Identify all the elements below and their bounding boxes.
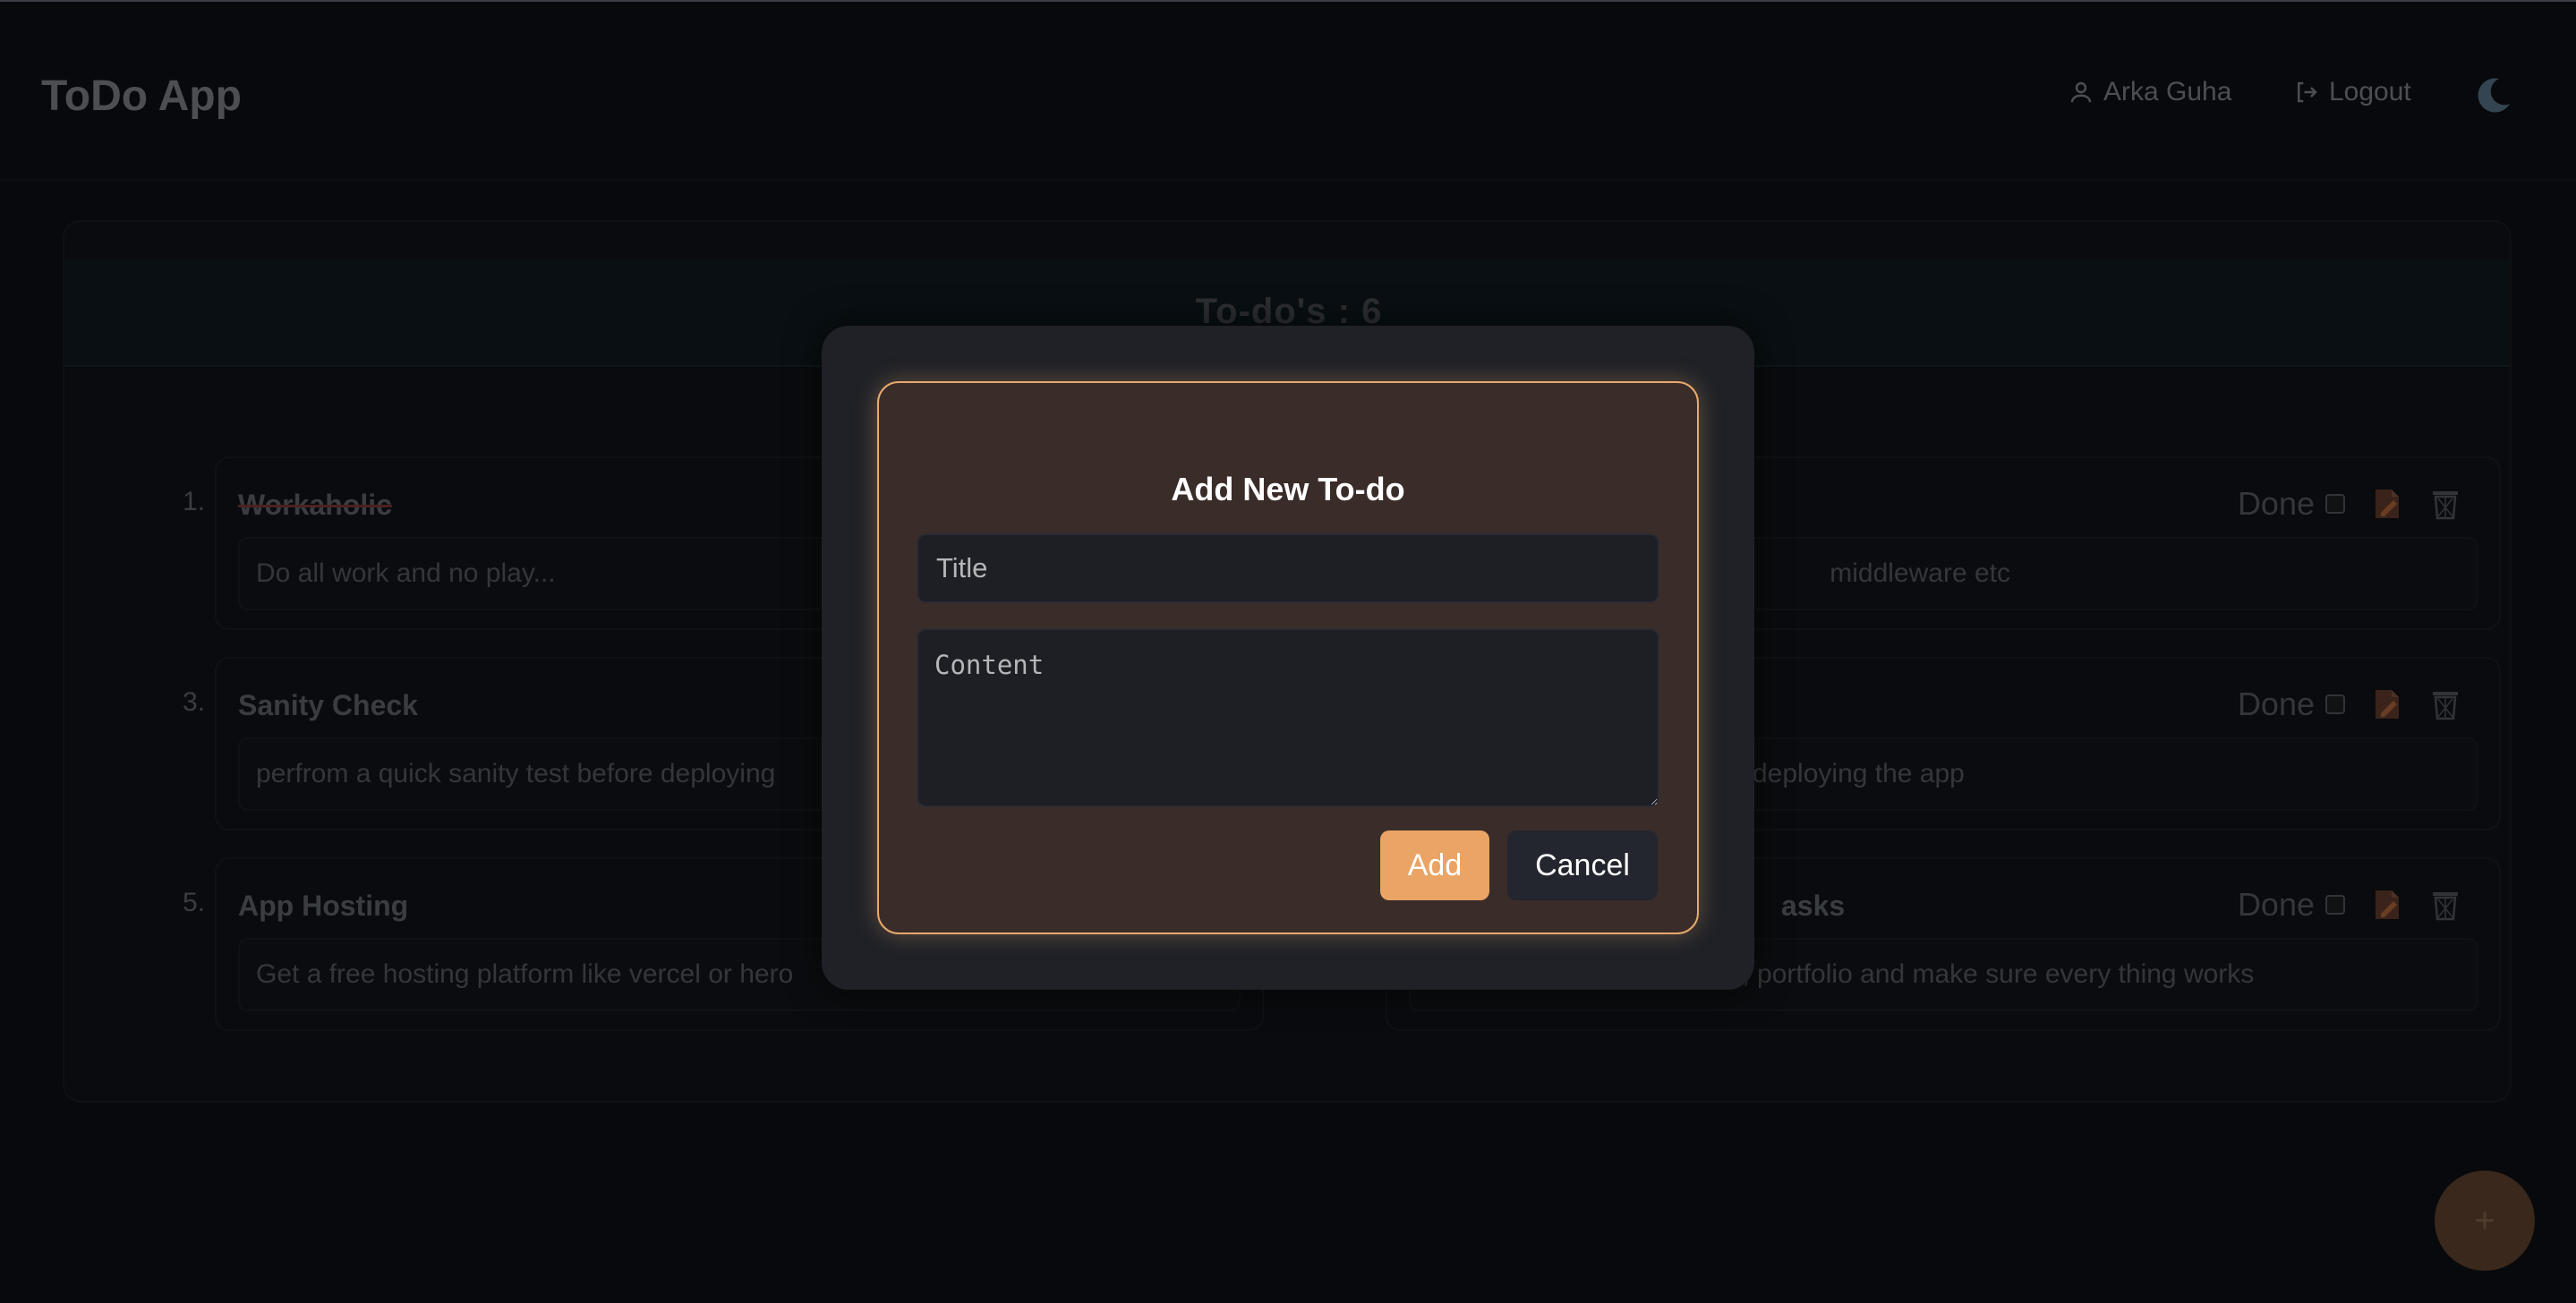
title-input[interactable] <box>917 533 1659 603</box>
add-todo-form: Add New To-do Add Cancel <box>877 381 1699 934</box>
app-root: ToDo App Arka Guha Logout To-do's : 6 1. <box>0 0 2576 1303</box>
cancel-button[interactable]: Cancel <box>1507 830 1658 900</box>
add-todo-modal: Add New To-do Add Cancel <box>822 326 1754 990</box>
modal-title: Add New To-do <box>1171 471 1405 507</box>
add-button[interactable]: Add <box>1380 830 1489 900</box>
content-textarea[interactable] <box>917 628 1659 807</box>
